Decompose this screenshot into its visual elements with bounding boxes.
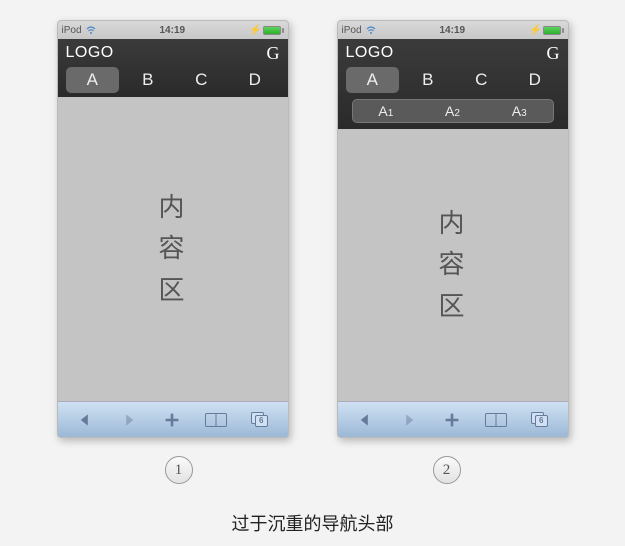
content-area: 内 容 区 (58, 97, 288, 401)
tab-a[interactable]: A (346, 67, 400, 93)
content-line-2: 容 (438, 244, 466, 286)
battery-icon: ⚡ (529, 25, 563, 36)
caption: 过于沉重的导航头部 (0, 510, 625, 536)
content-line-3: 区 (438, 286, 466, 328)
wifi-icon (366, 25, 376, 35)
browser-toolbar: 6 (58, 401, 288, 437)
add-button[interactable] (157, 408, 187, 432)
figure-labels: 1 2 (0, 456, 625, 484)
figure-number-1: 1 (165, 456, 193, 484)
secondary-tabs: A1 A2 A3 (352, 99, 554, 123)
content-line-1: 内 (438, 203, 466, 245)
primary-tabs: A B C D (338, 67, 568, 97)
status-time: 14:19 (380, 25, 526, 36)
browser-toolbar: 6 (338, 401, 568, 437)
logo-text: LOGO (66, 44, 267, 62)
app-header: LOGO G A B C D A1 A2 A3 (338, 39, 568, 129)
charging-icon: ⚡ (249, 25, 261, 36)
bookmarks-button[interactable] (201, 408, 231, 432)
subtab-a3[interactable]: A3 (486, 103, 553, 119)
wifi-icon (86, 25, 96, 35)
tab-c[interactable]: C (455, 67, 509, 93)
tab-a[interactable]: A (66, 67, 120, 93)
tab-b[interactable]: B (401, 67, 455, 93)
tabs-icon: 6 (251, 412, 269, 428)
tab-count: 6 (535, 415, 548, 427)
book-icon (485, 413, 507, 427)
device-label: iPod (342, 25, 362, 36)
phone-mockup-1: iPod 14:19 ⚡ LOGO G A B C D (57, 20, 289, 438)
tabs-icon: 6 (531, 412, 549, 428)
logo-row: LOGO G (58, 39, 288, 67)
content-line-1: 内 (158, 187, 186, 229)
secondary-tabs-wrap: A1 A2 A3 (338, 97, 568, 129)
logo-text: LOGO (346, 44, 547, 62)
header-right-label: G (547, 43, 560, 64)
add-button[interactable] (437, 408, 467, 432)
status-bar: iPod 14:19 ⚡ (58, 21, 288, 39)
tabs-button[interactable]: 6 (525, 408, 555, 432)
content-line-3: 区 (158, 270, 186, 312)
bookmarks-button[interactable] (481, 408, 511, 432)
tab-c[interactable]: C (175, 67, 229, 93)
forward-button[interactable] (114, 408, 144, 432)
subtab-a1[interactable]: A1 (353, 103, 420, 119)
logo-row: LOGO G (338, 39, 568, 67)
content-placeholder: 内 容 区 (438, 203, 466, 328)
back-button[interactable] (70, 408, 100, 432)
primary-tabs: A B C D (58, 67, 288, 97)
tab-d[interactable]: D (508, 67, 562, 93)
battery-icon: ⚡ (249, 25, 283, 36)
content-line-2: 容 (158, 228, 186, 270)
charging-icon: ⚡ (529, 25, 541, 36)
phone-mockup-2: iPod 14:19 ⚡ LOGO G A B C D (337, 20, 569, 438)
header-right-label: G (267, 43, 280, 64)
content-placeholder: 内 容 区 (158, 187, 186, 312)
tab-b[interactable]: B (121, 67, 175, 93)
status-time: 14:19 (100, 25, 246, 36)
phones-row: iPod 14:19 ⚡ LOGO G A B C D (0, 0, 625, 438)
tab-count: 6 (255, 415, 268, 427)
book-icon (205, 413, 227, 427)
tabs-button[interactable]: 6 (245, 408, 275, 432)
device-label: iPod (62, 25, 82, 36)
content-area: 内 容 区 (338, 129, 568, 401)
figure-number-2: 2 (433, 456, 461, 484)
tab-d[interactable]: D (228, 67, 282, 93)
status-bar: iPod 14:19 ⚡ (338, 21, 568, 39)
back-button[interactable] (350, 408, 380, 432)
forward-button[interactable] (394, 408, 424, 432)
subtab-a2[interactable]: A2 (419, 103, 486, 119)
app-header: LOGO G A B C D (58, 39, 288, 97)
